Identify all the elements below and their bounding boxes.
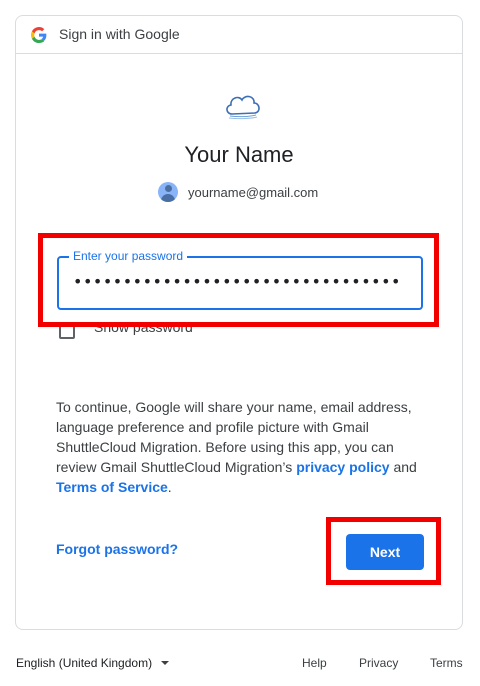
language-selector[interactable]: English (United Kingdom) <box>16 656 170 670</box>
consent-text: To continue, Google will share your name… <box>56 399 417 495</box>
privacy-link[interactable]: Privacy <box>359 656 398 670</box>
account-email: yourname@gmail.com <box>188 184 319 200</box>
footer: English (United Kingdom) Help Privacy Te… <box>0 652 480 672</box>
language-label: English (United Kingdom) <box>16 656 153 670</box>
help-link[interactable]: Help <box>302 656 327 670</box>
header-title: Sign in with Google <box>59 26 180 42</box>
next-highlight-box <box>326 517 441 585</box>
card-header: Sign in with Google <box>16 16 462 54</box>
cloud-icon <box>226 95 260 120</box>
password-highlight-box <box>38 233 439 327</box>
privacy-policy-link[interactable]: privacy policy <box>296 459 389 475</box>
avatar-icon <box>158 182 178 202</box>
google-g-icon <box>31 27 47 43</box>
caret-down-icon <box>161 661 170 665</box>
forgot-password-link[interactable]: Forgot password? <box>56 541 178 557</box>
account-chip[interactable]: yourname@gmail.com <box>158 181 318 203</box>
user-name: Your Name <box>184 142 294 167</box>
terms-link[interactable]: Terms <box>430 656 463 670</box>
terms-of-service-link[interactable]: Terms of Service <box>56 479 168 495</box>
